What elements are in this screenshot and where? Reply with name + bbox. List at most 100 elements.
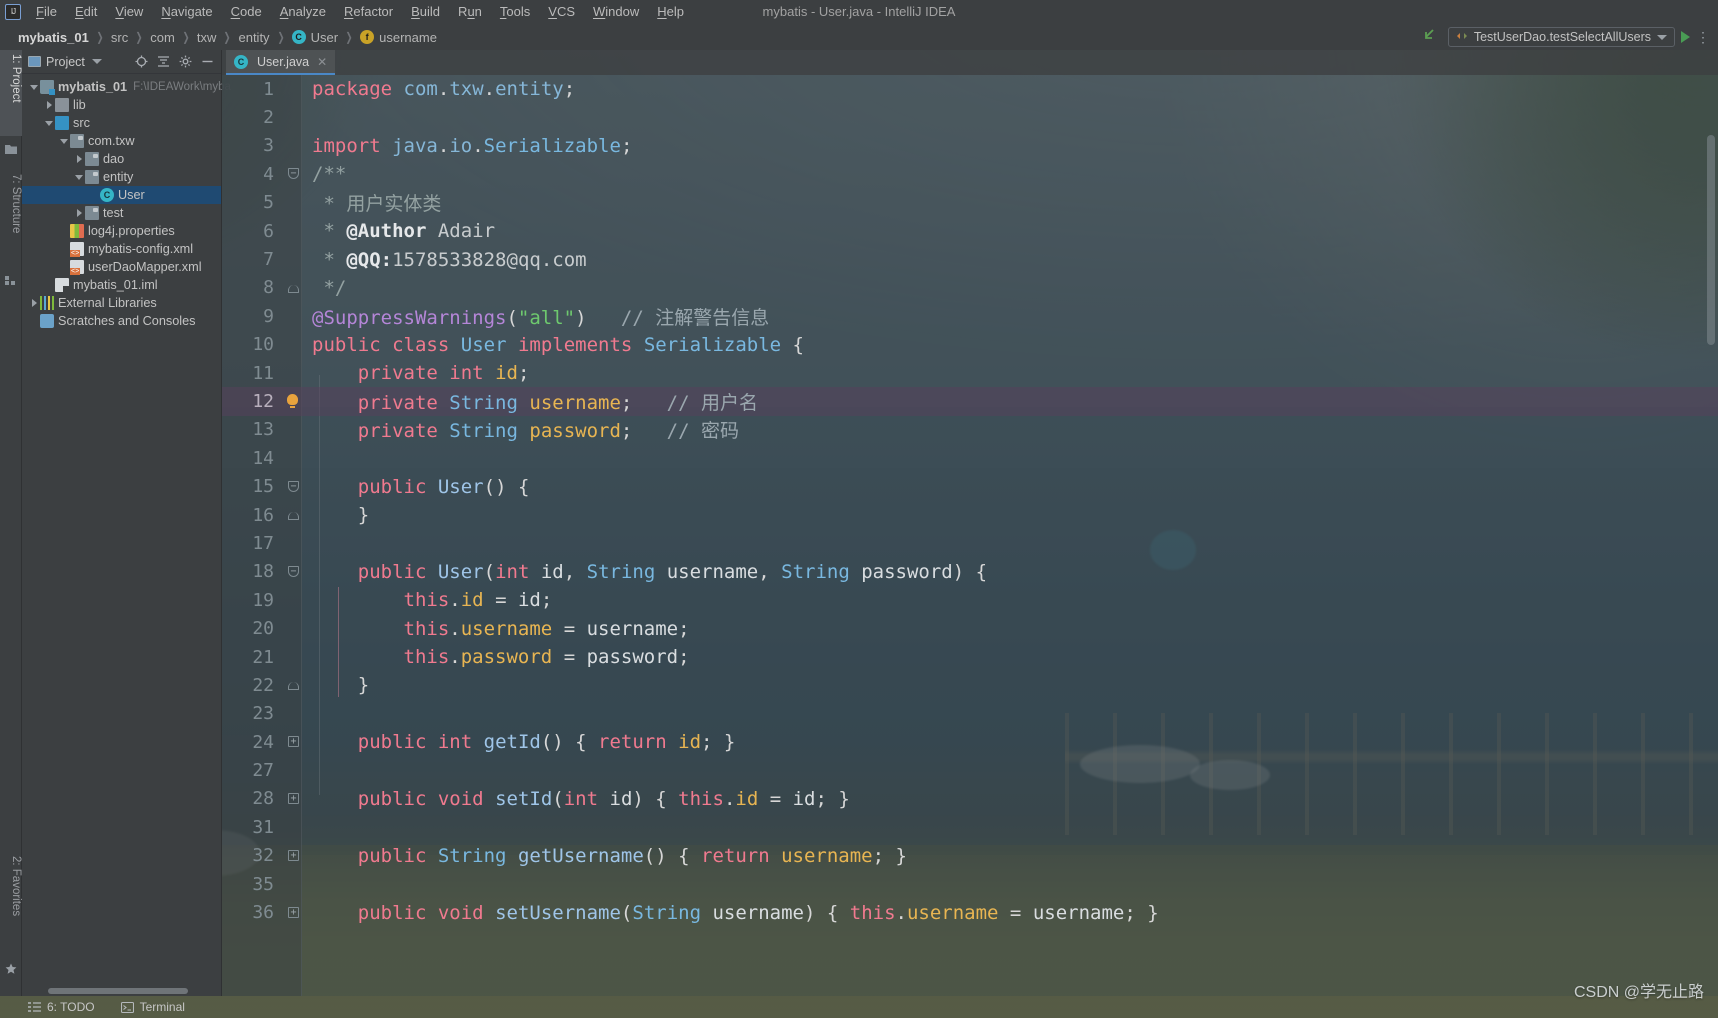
run-configuration-selector[interactable]: TestUserDao.testSelectAllUsers <box>1447 27 1675 47</box>
chevron-down-icon[interactable] <box>91 59 102 64</box>
breadcrumb-item-com[interactable]: com <box>150 30 175 45</box>
status-item-todo[interactable]: 6: TODO <box>28 1000 95 1014</box>
code-line[interactable]: 8 */ <box>222 274 1718 302</box>
code-line[interactable]: 31 <box>222 813 1718 841</box>
back-arrow-icon[interactable] <box>1422 27 1438 48</box>
code-line[interactable]: 2 <box>222 103 1718 131</box>
gutter-marker[interactable] <box>284 387 302 415</box>
code-line[interactable]: 21 this.password = password; <box>222 643 1718 671</box>
twisty-expanded-icon[interactable] <box>73 174 85 180</box>
twisty-collapsed-icon[interactable] <box>73 209 85 217</box>
tree-node-com-txw[interactable]: com.txw <box>22 132 221 150</box>
menu-item-view[interactable]: View <box>106 0 152 24</box>
gutter-marker[interactable]: + <box>284 842 302 870</box>
tree-node-test[interactable]: test <box>22 204 221 222</box>
hide-icon[interactable] <box>201 55 214 68</box>
status-item-terminal[interactable]: Terminal <box>120 1000 185 1014</box>
tree-node-log4j-properties[interactable]: log4j.properties <box>22 222 221 240</box>
code-line[interactable]: 11 private int id; <box>222 359 1718 387</box>
code-line[interactable]: 4 − /** <box>222 160 1718 188</box>
sidebar-tab-favorites[interactable]: 2: Favorites <box>0 852 22 950</box>
gutter-marker[interactable] <box>284 501 302 529</box>
code-line[interactable]: 24 + public int getId() { return id; } <box>222 728 1718 756</box>
scroll-from-source-icon[interactable] <box>135 55 148 68</box>
code-line[interactable]: 10 public class User implements Serializa… <box>222 331 1718 359</box>
tree-node-external-libraries[interactable]: External Libraries <box>22 294 221 312</box>
gutter-marker[interactable]: − <box>284 473 302 501</box>
fold-end-icon[interactable] <box>288 284 299 293</box>
menu-item-run[interactable]: Run <box>449 0 491 24</box>
breadcrumb-item-src[interactable]: src <box>111 30 128 45</box>
menu-item-navigate[interactable]: Navigate <box>152 0 221 24</box>
breadcrumb-item-user[interactable]: C User <box>291 30 338 45</box>
menu-item-refactor[interactable]: Refactor <box>335 0 402 24</box>
code-line[interactable]: 23 <box>222 700 1718 728</box>
twisty-expanded-icon[interactable] <box>43 120 55 126</box>
code-line[interactable]: 36 + public void setUsername(String usern… <box>222 898 1718 926</box>
menu-item-vcs[interactable]: VCS <box>539 0 584 24</box>
code-line[interactable]: 32 + public String getUsername() { return… <box>222 842 1718 870</box>
code-line[interactable]: 12 private String username; // 用户名 <box>222 387 1718 416</box>
tree-node-userdaomapper-xml[interactable]: userDaoMapper.xml <box>22 258 221 276</box>
code-line[interactable]: 3 import java.io.Serializable; <box>222 132 1718 160</box>
close-icon[interactable]: ✕ <box>317 55 327 69</box>
chevron-down-icon[interactable] <box>1657 34 1667 40</box>
project-horizontal-scrollbar[interactable] <box>48 988 188 994</box>
sidebar-tab-project[interactable]: 1: Project <box>0 50 22 136</box>
fold-expanded-icon[interactable]: − <box>288 480 299 492</box>
fold-collapsed-icon[interactable]: + <box>288 849 299 861</box>
collapse-all-icon[interactable] <box>157 55 170 68</box>
gutter-marker[interactable]: + <box>284 785 302 813</box>
breadcrumb-item-txw[interactable]: txw <box>197 30 217 45</box>
code-line[interactable]: 20 this.username = username; <box>222 614 1718 642</box>
sidebar-tab-structure[interactable]: 7: Structure <box>0 170 22 268</box>
code-line[interactable]: 5 * 用户实体类 <box>222 189 1718 217</box>
menu-item-build[interactable]: Build <box>402 0 449 24</box>
breadcrumb-item-entity[interactable]: entity <box>238 30 269 45</box>
code-line[interactable]: 13 private String password; // 密码 <box>222 416 1718 444</box>
tree-node-mybatis-01[interactable]: mybatis_01 F:\IDEAWork\myba <box>22 78 231 96</box>
tree-node-scratches-and-consoles[interactable]: Scratches and Consoles <box>22 312 221 330</box>
run-button-icon[interactable] <box>1681 31 1690 43</box>
code-line[interactable]: 1 package com.txw.entity; <box>222 75 1718 103</box>
code-line[interactable]: 28 + public void setId(int id) { this.id … <box>222 785 1718 813</box>
tree-node-entity[interactable]: entity <box>22 168 221 186</box>
intention-bulb-icon[interactable] <box>287 394 298 409</box>
twisty-collapsed-icon[interactable] <box>28 299 40 307</box>
breadcrumb-item-mybatis-01[interactable]: mybatis_01 <box>18 30 89 45</box>
tree-node-user[interactable]: C User <box>22 186 221 204</box>
gutter-marker[interactable]: + <box>284 899 302 927</box>
menu-item-analyze[interactable]: Analyze <box>271 0 335 24</box>
fold-end-icon[interactable] <box>288 512 299 521</box>
code-line[interactable]: 14 <box>222 444 1718 472</box>
fold-expanded-icon[interactable]: − <box>288 168 299 180</box>
twisty-expanded-icon[interactable] <box>28 84 40 90</box>
fold-collapsed-icon[interactable]: + <box>288 792 299 804</box>
gutter-marker[interactable]: + <box>284 728 302 756</box>
gutter-marker[interactable] <box>284 671 302 699</box>
code-line[interactable]: 35 <box>222 870 1718 898</box>
twisty-collapsed-icon[interactable] <box>43 101 55 109</box>
code-line[interactable]: 17 <box>222 529 1718 557</box>
code-line[interactable]: 9 @SuppressWarnings("all") // 注解警告信息 <box>222 302 1718 330</box>
menu-item-window[interactable]: Window <box>584 0 648 24</box>
fold-collapsed-icon[interactable]: + <box>288 736 299 748</box>
code-line[interactable]: 19 this.id = id; <box>222 586 1718 614</box>
breadcrumb-item-username[interactable]: f username <box>360 30 437 45</box>
gutter-marker[interactable]: − <box>284 160 302 188</box>
fold-end-icon[interactable] <box>288 682 299 691</box>
gear-icon[interactable] <box>179 55 192 68</box>
gutter-marker[interactable] <box>284 274 302 302</box>
code-line[interactable]: 15 − public User() { <box>222 472 1718 500</box>
editor-tab-user-java[interactable]: C User.java ✕ <box>226 50 336 75</box>
code-line[interactable]: 16 } <box>222 501 1718 529</box>
menu-item-edit[interactable]: Edit <box>66 0 106 24</box>
code-line[interactable]: 7 * @QQ:1578533828@qq.com <box>222 245 1718 273</box>
menu-item-tools[interactable]: Tools <box>491 0 539 24</box>
menu-item-help[interactable]: Help <box>648 0 693 24</box>
fold-expanded-icon[interactable]: − <box>288 565 299 577</box>
code-line[interactable]: 18 − public User(int id, String username,… <box>222 558 1718 586</box>
menu-item-file[interactable]: File <box>27 0 66 24</box>
more-options-icon[interactable]: ⋮ <box>1696 30 1710 44</box>
code-line[interactable]: 6 * @Author Adair <box>222 217 1718 245</box>
